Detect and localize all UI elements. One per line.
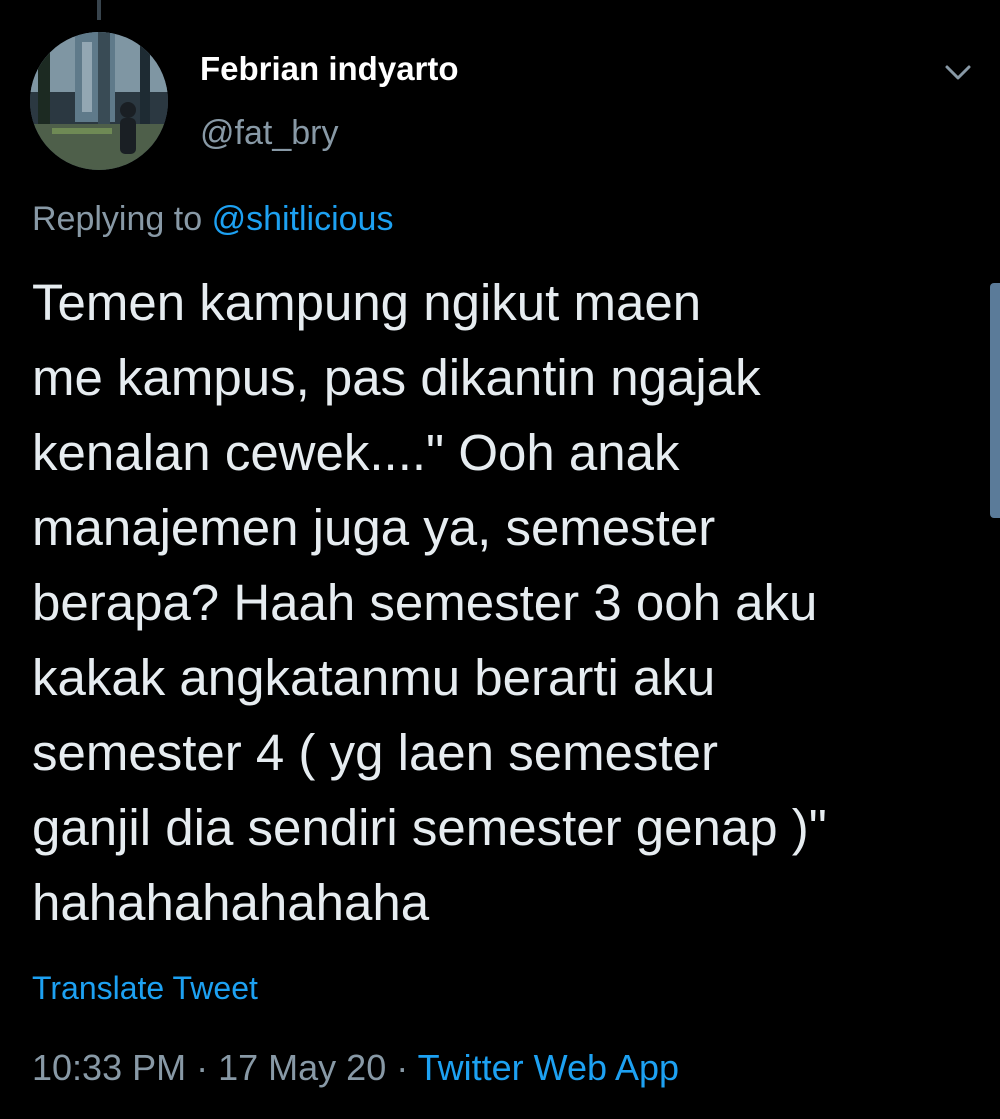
profile-photo-icon — [30, 32, 168, 170]
author-display-name[interactable]: Febrian indyarto — [200, 50, 459, 88]
thread-connector-line — [97, 0, 101, 20]
author-handle[interactable]: @fat_bry — [200, 114, 338, 153]
tweet-text-line: ganjil dia sendiri semester genap )" — [32, 799, 827, 856]
tweet-meta: 10:33 PM · 17 May 20 · Twitter Web App — [32, 1047, 679, 1089]
tweet-text-line: semester 4 ( yg laen semester — [32, 724, 718, 781]
replying-to: Replying to @shitlicious — [32, 200, 393, 239]
tweet-date[interactable]: 17 May 20 — [218, 1047, 386, 1088]
chevron-down-icon — [945, 65, 971, 80]
meta-separator: · — [196, 1047, 209, 1088]
tweet-text-line: berapa? Haah semester 3 ooh aku — [32, 574, 818, 631]
tweet-text: Temen kampung ngikut maen me kampus, pas… — [32, 265, 962, 940]
more-options-button[interactable] — [938, 52, 978, 92]
avatar[interactable] — [30, 32, 168, 170]
tweet-source-link[interactable]: Twitter Web App — [418, 1047, 679, 1088]
translate-tweet-link[interactable]: Translate Tweet — [32, 970, 258, 1007]
tweet-detail: Febrian indyarto @fat_bry Replying to @s… — [0, 0, 1000, 1119]
tweet-time[interactable]: 10:33 PM — [32, 1047, 186, 1088]
tweet-text-line: Temen kampung ngikut maen — [32, 274, 702, 331]
tweet-text-line: manajemen juga ya, semester — [32, 499, 716, 556]
tweet-text-line: me kampus, pas dikantin ngajak — [32, 349, 761, 406]
meta-separator: · — [396, 1047, 409, 1088]
tweet-text-line: hahahahahahaha — [32, 874, 430, 931]
replying-to-label: Replying to — [32, 200, 203, 238]
scrollbar-thumb[interactable] — [990, 283, 1000, 518]
tweet-text-line: kenalan cewek...." Ooh anak — [32, 424, 680, 481]
tweet-text-line: kakak angkatanmu berarti aku — [32, 649, 716, 706]
reply-mention-link[interactable]: @shitlicious — [212, 200, 394, 238]
